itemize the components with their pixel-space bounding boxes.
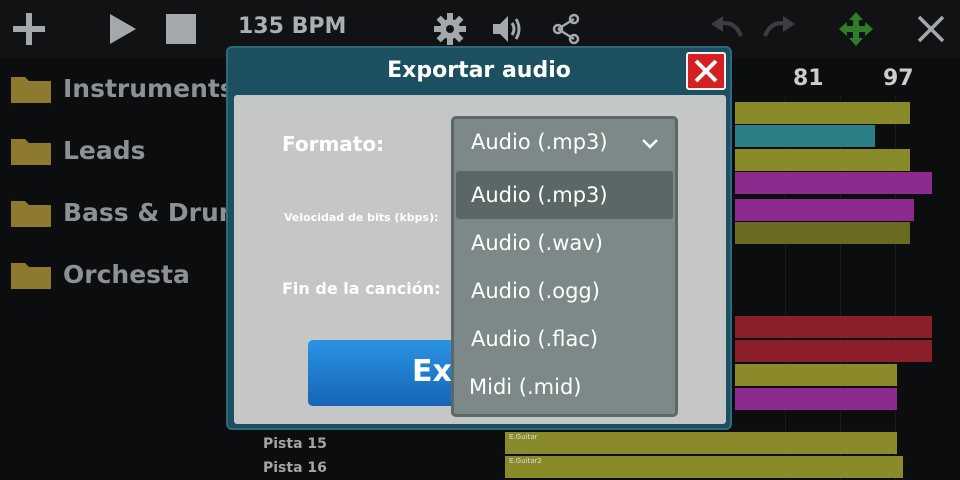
track-clip[interactable]: E.Guitar	[505, 432, 897, 454]
track-label[interactable]: Pista 15	[263, 436, 327, 452]
format-option-label: Audio (.ogg)	[471, 279, 600, 303]
song-end-label: Fin de la canción:	[282, 279, 441, 298]
clip-label: E.Guitar	[509, 433, 538, 441]
format-option-mp3[interactable]: Audio (.mp3)	[456, 171, 673, 219]
share-icon[interactable]	[547, 10, 585, 48]
track-area	[735, 96, 960, 480]
speaker-icon[interactable]	[489, 10, 527, 48]
library-item-label: Orchesta	[63, 259, 190, 289]
track-label[interactable]: Pista 16	[263, 460, 327, 476]
format-option-ogg[interactable]: Audio (.ogg)	[454, 267, 675, 315]
library-item-instruments[interactable]: Instruments	[0, 68, 235, 108]
ruler-mark: 81	[793, 66, 824, 91]
track-clip[interactable]	[735, 364, 897, 386]
track-clip[interactable]	[735, 340, 932, 362]
format-label: Formato:	[282, 132, 385, 156]
format-options-list: Audio (.mp3) Audio (.wav) Audio (.ogg) A…	[451, 168, 678, 417]
library-item-label: Instruments	[63, 73, 235, 103]
close-dialog-button[interactable]	[686, 52, 726, 90]
format-option-label: Audio (.wav)	[471, 231, 603, 255]
move-icon[interactable]	[837, 10, 875, 48]
timeline-ruler: 81 97	[735, 62, 960, 96]
clip-label: E.Guitar2	[509, 457, 542, 465]
track-clip[interactable]	[735, 316, 932, 338]
folder-icon	[11, 73, 51, 103]
folder-icon	[11, 135, 51, 165]
track-clip[interactable]: E.Guitar2	[505, 456, 903, 478]
format-option-flac[interactable]: Audio (.flac)	[454, 315, 675, 363]
format-option-label: Audio (.flac)	[471, 327, 599, 351]
redo-icon[interactable]	[760, 10, 798, 48]
ruler-mark: 97	[883, 66, 914, 91]
library-item-bass-drums[interactable]: Bass & Drums	[0, 192, 260, 232]
close-icon	[694, 59, 718, 83]
track-clip[interactable]	[735, 388, 897, 410]
library-item-label: Leads	[63, 135, 146, 165]
folder-icon	[11, 259, 51, 289]
close-icon[interactable]	[912, 10, 950, 48]
track-clip[interactable]	[735, 102, 910, 124]
track-clip[interactable]	[735, 172, 932, 194]
dialog-title: Exportar audio	[387, 58, 571, 83]
format-select[interactable]: Audio (.mp3)	[451, 116, 678, 171]
format-select-value: Audio (.mp3)	[471, 130, 608, 154]
folder-icon	[11, 197, 51, 227]
library-item-leads[interactable]: Leads	[0, 130, 146, 170]
undo-icon[interactable]	[708, 10, 746, 48]
bpm-display[interactable]: 135 BPM	[238, 14, 346, 39]
play-icon[interactable]	[104, 10, 142, 48]
track-clip[interactable]	[735, 199, 914, 221]
plus-icon[interactable]	[10, 10, 48, 48]
format-option-midi[interactable]: Midi (.mid)	[454, 363, 675, 411]
format-option-wav[interactable]: Audio (.wav)	[454, 219, 675, 267]
track-clip[interactable]	[735, 149, 910, 171]
track-clip[interactable]	[735, 222, 910, 244]
track-clip[interactable]	[735, 125, 875, 147]
chevron-down-icon	[642, 139, 658, 149]
format-option-label: Midi (.mid)	[469, 375, 582, 399]
stop-icon[interactable]	[162, 10, 200, 48]
gear-icon[interactable]	[431, 10, 469, 48]
bitrate-label: Velocidad de bits (kbps):	[284, 211, 439, 224]
library-item-orchesta[interactable]: Orchesta	[0, 254, 190, 294]
format-option-label: Audio (.mp3)	[471, 183, 608, 207]
